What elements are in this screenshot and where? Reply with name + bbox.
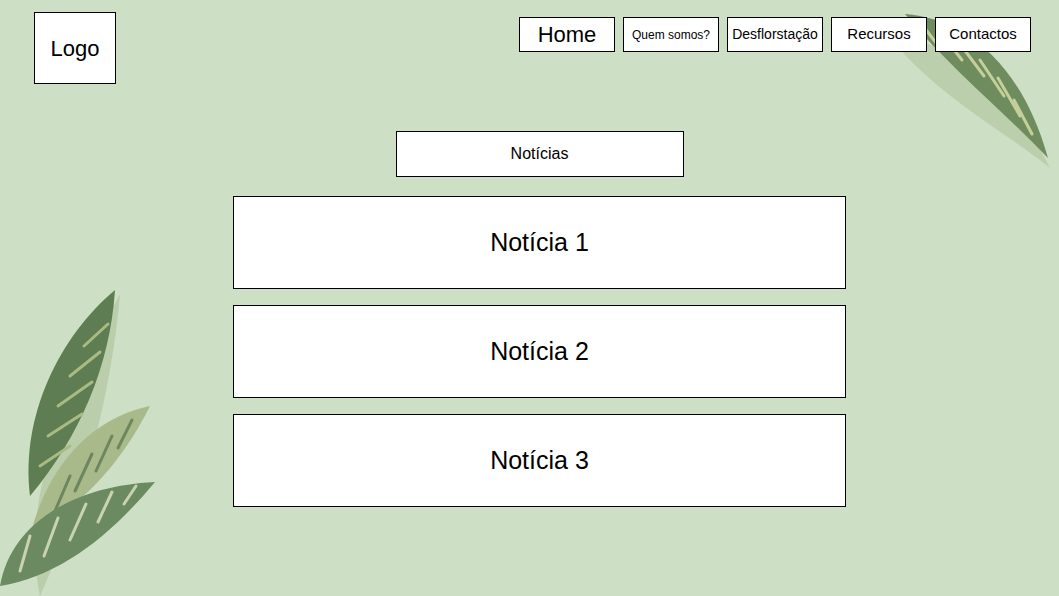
nav-button[interactable]: Quem somos?	[623, 17, 719, 52]
page-content: Logo HomeQuem somos?DesflorstaçãoRecursos…	[0, 0, 1059, 507]
news-card[interactable]: Notícia 1	[233, 196, 846, 289]
nav-button[interactable]: Contactos	[935, 17, 1031, 52]
news-card[interactable]: Notícia 3	[233, 414, 846, 507]
logo[interactable]: Logo	[34, 12, 116, 84]
nav-button[interactable]: Desflorstação	[727, 17, 823, 52]
header: Logo HomeQuem somos?DesflorstaçãoRecursos…	[0, 0, 1059, 84]
nav-bar: HomeQuem somos?DesflorstaçãoRecursosCont…	[519, 17, 1031, 52]
news-list: Notícia 1 Notícia 2 Notícia 3	[233, 196, 846, 507]
news-section: Notícias Notícia 1 Notícia 2 Notícia 3	[0, 131, 1059, 507]
section-title: Notícias	[396, 131, 684, 177]
nav-button[interactable]: Recursos	[831, 17, 927, 52]
leaves-decoration-icon	[0, 286, 160, 596]
news-card[interactable]: Notícia 2	[233, 305, 846, 398]
nav-button[interactable]: Home	[519, 17, 615, 52]
page: Logo HomeQuem somos?DesflorstaçãoRecursos…	[0, 0, 1059, 596]
